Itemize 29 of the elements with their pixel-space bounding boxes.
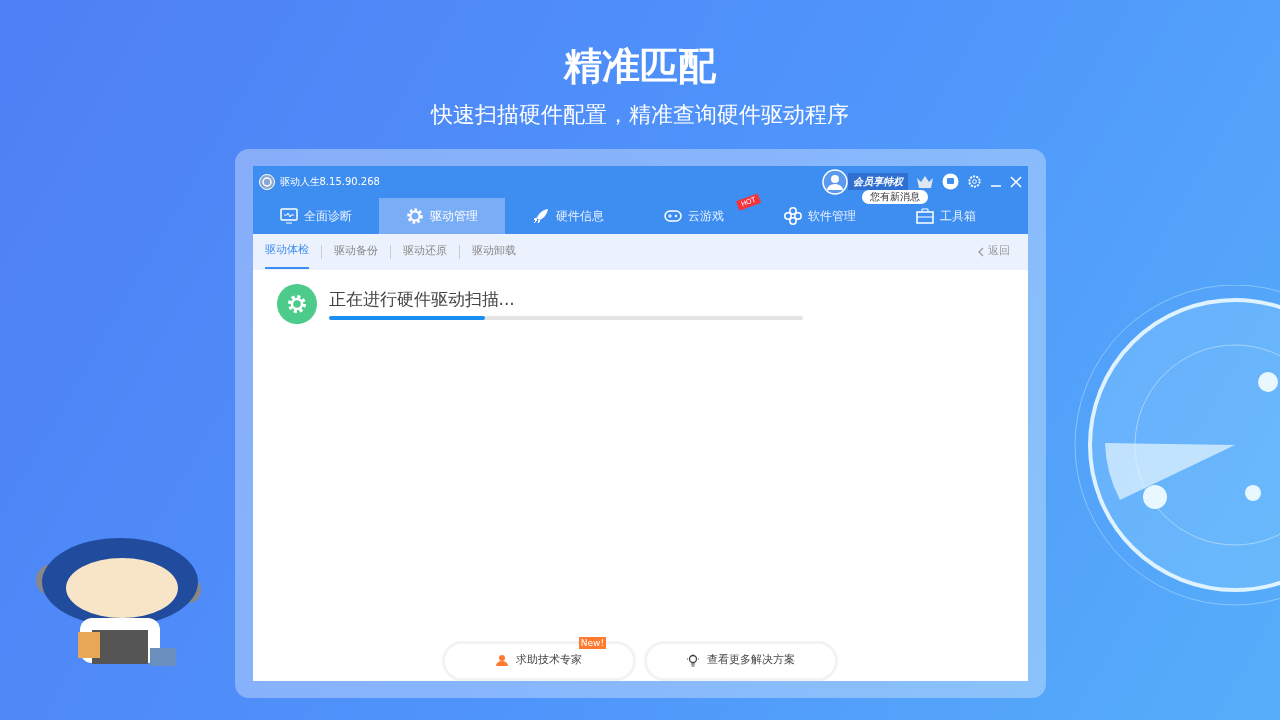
gear-icon bbox=[276, 283, 317, 324]
sub-tab[interactable]: 驱动卸载 bbox=[471, 235, 516, 268]
window-title: 驱动人生8.15.90.268 bbox=[279, 175, 380, 190]
sub-tab[interactable]: 驱动体检 bbox=[264, 234, 309, 269]
vip-badge[interactable]: 会员享特权 bbox=[847, 173, 908, 191]
help-button[interactable]: 查看更多解决方案 bbox=[644, 640, 838, 681]
sub-tab[interactable]: 驱动备份 bbox=[333, 235, 378, 268]
person-icon bbox=[496, 654, 508, 668]
crown-icon[interactable] bbox=[915, 174, 934, 189]
app-logo-icon bbox=[258, 173, 275, 190]
flower-icon bbox=[783, 206, 802, 225]
scan-status: 正在进行硬件驱动扫描... bbox=[328, 287, 516, 311]
nav-tab[interactable]: 硬件信息 bbox=[504, 197, 631, 234]
monitor-icon bbox=[279, 206, 298, 225]
page-subtitle: 快速扫描硬件配置，精准查询硬件驱动程序 bbox=[431, 100, 849, 129]
rocket-icon bbox=[531, 206, 550, 225]
page-headline: 精准匹配 bbox=[564, 44, 716, 90]
chevron-left-icon bbox=[976, 246, 984, 257]
back-link[interactable]: 返回 bbox=[970, 242, 1016, 261]
bulb-icon bbox=[687, 654, 699, 668]
avatar-icon[interactable] bbox=[821, 168, 848, 195]
gear-icon bbox=[405, 206, 424, 225]
nav-tab[interactable]: 驱动管理 bbox=[378, 197, 505, 234]
close-icon[interactable] bbox=[1009, 175, 1022, 188]
new-badge: New! bbox=[578, 636, 606, 649]
nav-tab[interactable]: 全面诊断 bbox=[252, 197, 379, 234]
settings-icon[interactable] bbox=[966, 174, 982, 190]
toolbox-icon bbox=[915, 206, 934, 225]
sub-tab[interactable]: 驱动还原 bbox=[402, 235, 447, 268]
